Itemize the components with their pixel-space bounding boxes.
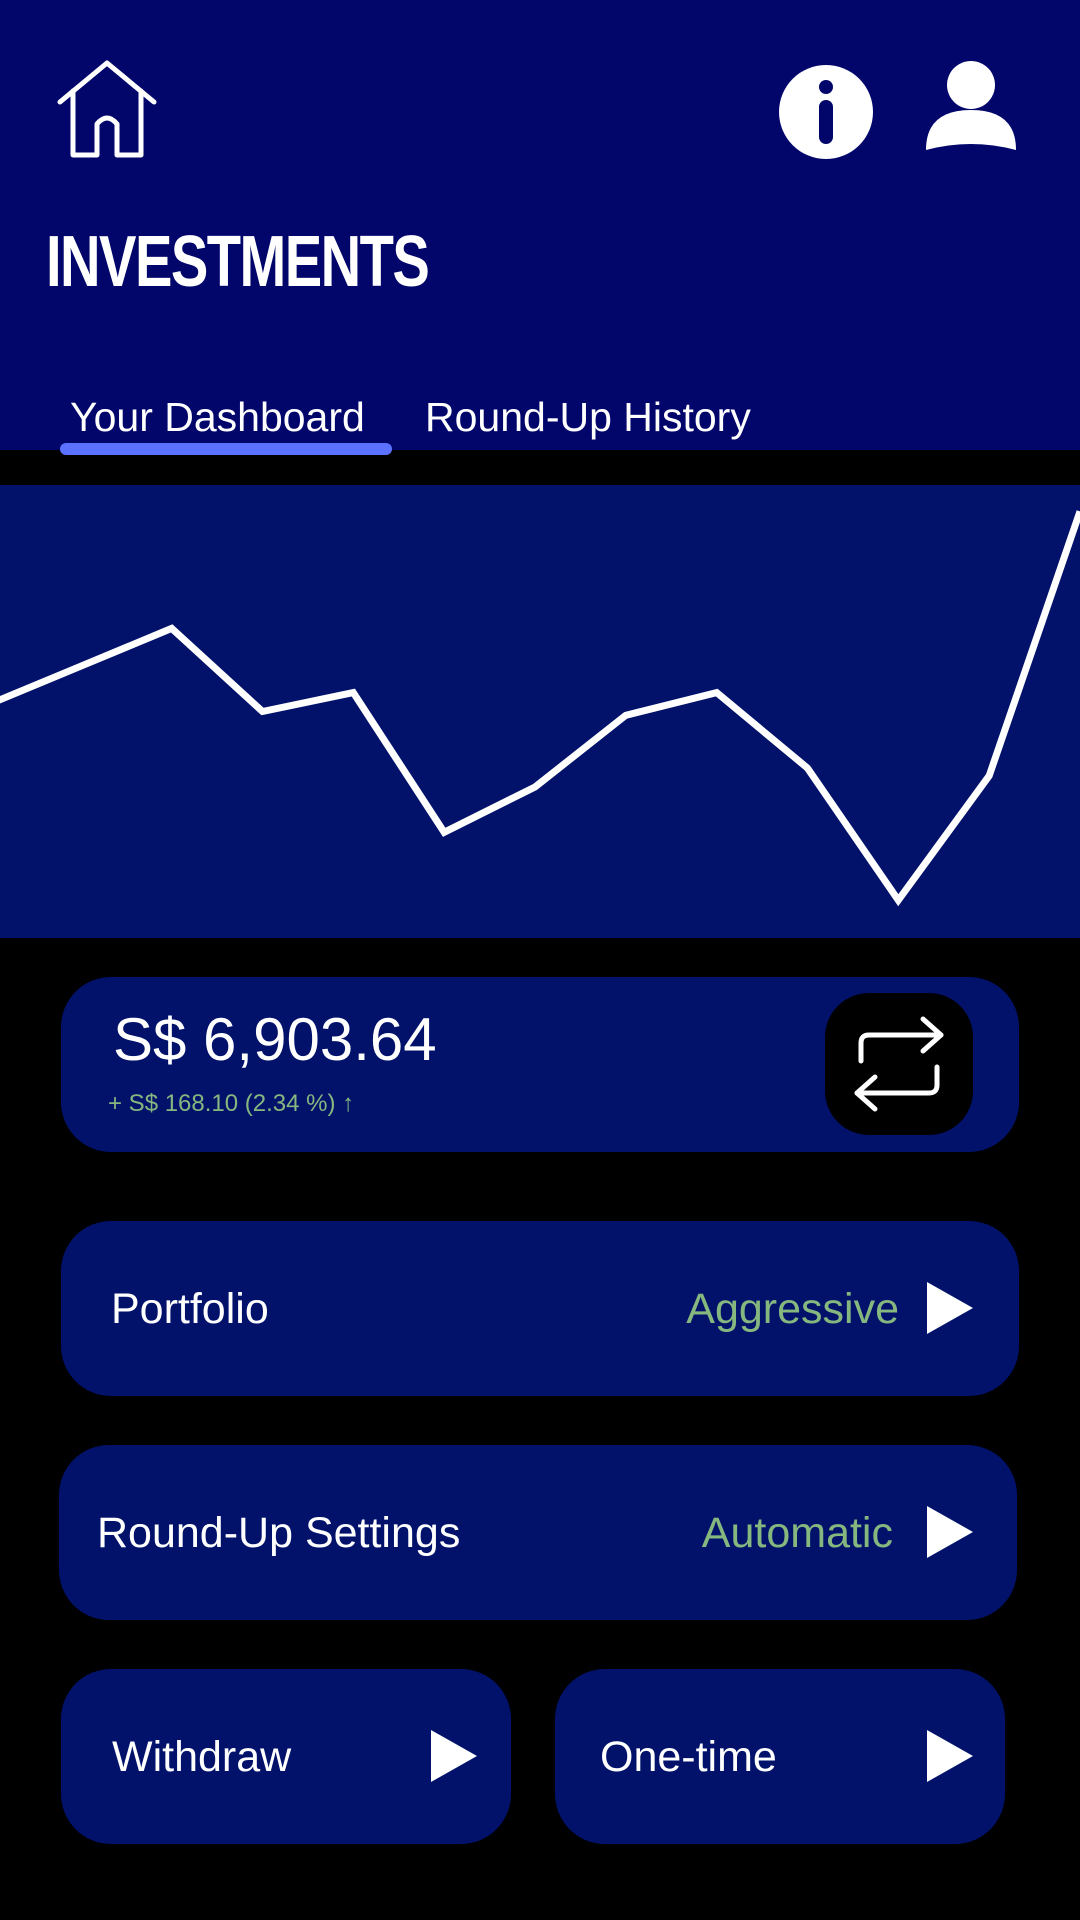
tab-your-dashboard[interactable]: Your Dashboard — [70, 392, 365, 442]
round-up-settings-value: Automatic — [701, 1509, 893, 1557]
play-arrow-icon — [431, 1730, 477, 1782]
play-arrow-icon — [927, 1506, 973, 1558]
user-icon[interactable] — [924, 58, 1018, 152]
portfolio-value: Aggressive — [686, 1285, 899, 1333]
page-title: INVESTMENTS — [46, 222, 430, 302]
swap-button[interactable] — [825, 993, 973, 1135]
balance-amount: S$ 6,903.64 — [113, 1006, 437, 1073]
round-up-settings-row[interactable]: Round-Up Settings Automatic — [59, 1445, 1017, 1620]
balance-card: S$ 6,903.64 + S$ 168.10 (2.34 %) ↑ — [61, 977, 1019, 1152]
play-arrow-icon — [927, 1282, 973, 1334]
one-time-label: One-time — [600, 1733, 777, 1781]
performance-chart — [0, 485, 1080, 938]
withdraw-label: Withdraw — [112, 1733, 292, 1781]
active-tab-indicator — [60, 443, 392, 455]
swap-icon — [854, 1016, 944, 1112]
balance-change: + S$ 168.10 (2.34 %) ↑ — [108, 1090, 355, 1117]
play-arrow-icon — [927, 1730, 973, 1782]
portfolio-row[interactable]: Portfolio Aggressive — [61, 1221, 1019, 1396]
info-icon[interactable] — [778, 64, 874, 160]
app-header: INVESTMENTS Your Dashboard Round-Up Hist… — [0, 0, 1080, 455]
portfolio-label: Portfolio — [111, 1285, 269, 1333]
tab-round-up-history[interactable]: Round-Up History — [425, 392, 751, 442]
home-icon[interactable] — [55, 58, 159, 162]
one-time-button[interactable]: One-time — [555, 1669, 1005, 1844]
chart-series-line — [0, 510, 1080, 907]
round-up-settings-label: Round-Up Settings — [97, 1509, 461, 1557]
withdraw-button[interactable]: Withdraw — [61, 1669, 511, 1844]
